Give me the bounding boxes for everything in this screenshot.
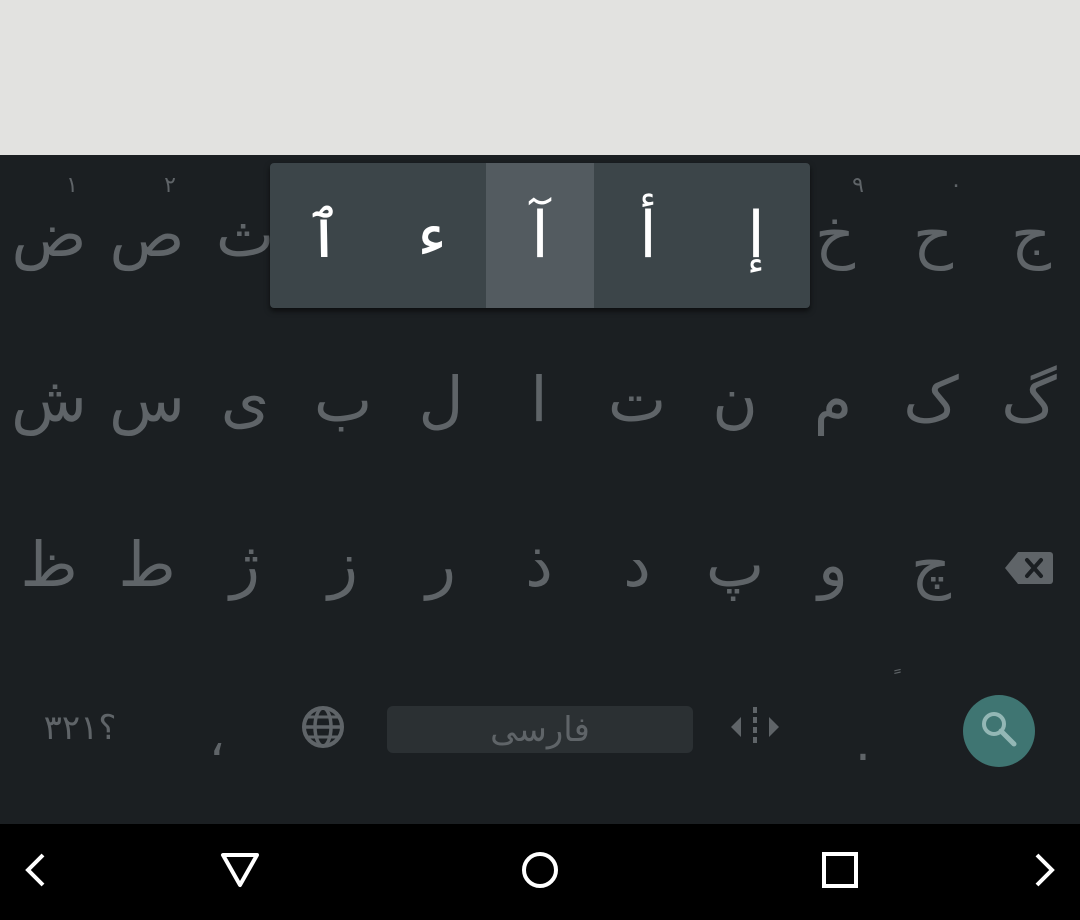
app-content-area [0, 0, 1080, 155]
key-label: ؟۳۲۱ [43, 707, 117, 748]
key-label: گ [1001, 363, 1057, 436]
chevron-left-icon [23, 852, 47, 892]
key-shin[interactable]: ش [0, 320, 98, 480]
key-te[interactable]: ت [588, 320, 686, 480]
alternate-label: ٱ [305, 199, 343, 273]
key-hint: ۱ [66, 173, 78, 198]
symbols-key[interactable]: ؟۳۲۱ [20, 650, 140, 805]
key-label: ر [426, 528, 456, 601]
globe-icon [301, 697, 345, 759]
recents-square-icon [822, 852, 858, 892]
language-key[interactable] [274, 650, 372, 805]
alternate-key[interactable]: إ [702, 163, 810, 308]
key-sad[interactable]: ص ۲ [98, 155, 196, 315]
alternate-label: ء [416, 198, 448, 273]
key-label: ی [220, 363, 270, 436]
alternate-key[interactable]: ٱ [270, 163, 378, 308]
key-zhe[interactable]: ژ [196, 485, 294, 645]
key-label: ، [208, 708, 226, 767]
key-label: چ [910, 528, 952, 601]
key-label: پ [705, 528, 765, 601]
key-jim[interactable]: ج [982, 155, 1080, 315]
key-nun[interactable]: ن [686, 320, 784, 480]
alternate-label: أ [639, 198, 657, 273]
key-label: ن [712, 363, 758, 436]
key-label: ط [118, 528, 176, 601]
key-label: س [109, 363, 185, 436]
backspace-icon [1004, 534, 1054, 596]
key-label: . [855, 713, 871, 772]
key-label: خ [814, 198, 856, 271]
key-mim[interactable]: م [784, 320, 882, 480]
key-hint: ۰ [950, 173, 962, 198]
key-che[interactable]: چ [882, 485, 980, 645]
key-zal[interactable]: ذ [490, 485, 588, 645]
search-icon [979, 709, 1019, 753]
key-pe[interactable]: پ [686, 485, 784, 645]
comma-key[interactable]: ، [168, 650, 266, 805]
alternate-key[interactable]: أ [594, 163, 702, 308]
key-label: ض [11, 198, 87, 271]
key-label: ذ [525, 528, 553, 601]
key-label: ژ [230, 528, 260, 601]
home-circle-icon [520, 850, 560, 894]
key-label: ج [1010, 198, 1052, 271]
key-he[interactable]: ح ۰ [884, 155, 982, 315]
nav-right-button[interactable] [1020, 824, 1070, 920]
key-label: و [818, 528, 848, 601]
back-button[interactable] [210, 824, 270, 920]
nav-left-button[interactable] [10, 824, 60, 920]
key-re[interactable]: ر [392, 485, 490, 645]
alternate-label: إ [747, 198, 765, 273]
key-dal[interactable]: د [588, 485, 686, 645]
key-label: ح [912, 198, 954, 271]
search-button[interactable] [963, 695, 1035, 767]
key-label: ب [313, 363, 373, 436]
key-vav[interactable]: و [784, 485, 882, 645]
delete-key[interactable] [980, 485, 1078, 645]
key-label: ظ [20, 528, 78, 601]
key-gaf[interactable]: گ [980, 320, 1078, 480]
back-triangle-icon [220, 852, 260, 892]
key-za[interactable]: ظ [0, 485, 98, 645]
key-sin[interactable]: س [98, 320, 196, 480]
key-label: ت [607, 363, 667, 436]
alternate-key-selected[interactable]: آ [486, 163, 594, 308]
key-label: ک [903, 363, 959, 436]
cursor-key[interactable] [706, 650, 804, 805]
key-label: ث [215, 198, 275, 271]
key-hint: ۲ [164, 173, 176, 198]
space-key[interactable]: فارسی [387, 706, 693, 753]
key-label: ش [11, 363, 87, 436]
key-label: م [813, 363, 853, 436]
key-ze[interactable]: ز [294, 485, 392, 645]
recents-button[interactable] [810, 824, 870, 920]
key-label: ز [328, 528, 358, 601]
alternate-key[interactable]: ء [378, 163, 486, 308]
alternates-popup: ٱ ء آ أ إ [270, 163, 810, 308]
period-key[interactable]: . ً [814, 650, 912, 805]
home-button[interactable] [510, 824, 570, 920]
key-alef[interactable]: ا [490, 320, 588, 480]
key-zad[interactable]: ض ۱ [0, 155, 98, 315]
key-lam[interactable]: ل [392, 320, 490, 480]
key-hint: ۹ [852, 173, 864, 198]
chevron-right-icon [1033, 852, 1057, 892]
alternate-label: آ [531, 198, 549, 273]
key-label: ا [530, 363, 548, 436]
cursor-move-icon [729, 697, 781, 759]
soft-keyboard: ض ۱ ص ۲ ث خ ۹ ح ۰ ج ش س ی ب ل ا ت ن م ک [0, 155, 1080, 824]
navigation-bar [0, 824, 1080, 920]
key-label: ل [418, 363, 464, 436]
key-kaf[interactable]: ک [882, 320, 980, 480]
key-label: د [623, 528, 651, 601]
key-label: ص [109, 198, 185, 271]
key-be[interactable]: ب [294, 320, 392, 480]
key-ta[interactable]: ط [98, 485, 196, 645]
key-ye[interactable]: ی [196, 320, 294, 480]
space-key-label: فارسی [490, 709, 590, 750]
